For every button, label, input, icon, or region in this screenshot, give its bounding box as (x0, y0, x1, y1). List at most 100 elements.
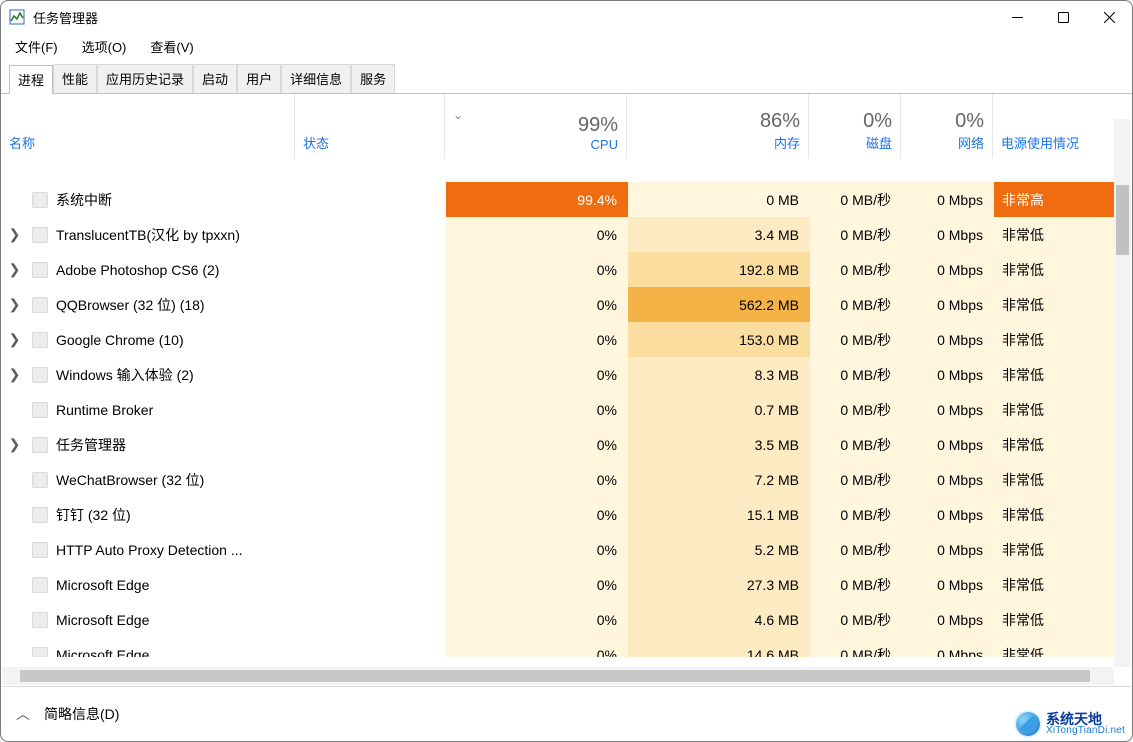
header-power-usage[interactable]: 电源使用情况 (993, 94, 1132, 158)
process-row[interactable]: ❯任务管理器0%3.5 MB0 MB/秒0 Mbps非常低 (2, 427, 1114, 462)
cell-power: 非常低 (994, 497, 1114, 532)
header-disk[interactable]: 0% 磁盘 (809, 94, 901, 158)
maximize-button[interactable] (1040, 1, 1086, 33)
cell-disk: 0 MB/秒 (810, 252, 902, 287)
cell-cpu: 0% (446, 462, 628, 497)
cell-power: 非常低 (994, 567, 1114, 602)
expand-toggle (2, 182, 28, 217)
cell-network: 0 Mbps (902, 637, 994, 657)
process-name: WeChatBrowser (32 位) (52, 462, 446, 497)
process-name: Windows 输入体验 (2) (52, 357, 446, 392)
process-icon (28, 462, 52, 497)
process-name: HTTP Auto Proxy Detection ... (52, 532, 446, 567)
horizontal-scrollbar-thumb[interactable] (20, 670, 1090, 682)
process-icon (28, 602, 52, 637)
expand-toggle (2, 602, 28, 637)
menu-file[interactable]: 文件(F) (13, 35, 60, 58)
expand-toggle[interactable]: ❯ (2, 357, 28, 392)
expand-toggle[interactable]: ❯ (2, 287, 28, 322)
cell-network: 0 Mbps (902, 602, 994, 637)
process-row[interactable]: ❯Windows 输入体验 (2)0%8.3 MB0 MB/秒0 Mbps非常低 (2, 357, 1114, 392)
menu-options[interactable]: 选项(O) (80, 35, 129, 58)
process-row[interactable]: ❯Google Chrome (10)0%153.0 MB0 MB/秒0 Mbp… (2, 322, 1114, 357)
close-button[interactable] (1086, 1, 1132, 33)
cell-power: 非常低 (994, 252, 1114, 287)
cell-network: 0 Mbps (902, 287, 994, 322)
expand-toggle[interactable]: ❯ (2, 252, 28, 287)
vertical-scrollbar[interactable] (1114, 119, 1131, 667)
process-row[interactable]: HTTP Auto Proxy Detection ...0%5.2 MB0 M… (2, 532, 1114, 567)
process-name: Adobe Photoshop CS6 (2) (52, 252, 446, 287)
footer-separator (2, 686, 1131, 687)
titlebar[interactable]: 任务管理器 (1, 1, 1132, 33)
footer: ︿ 简略信息(D) 系统天地 XiTongTianDi.net (2, 688, 1131, 740)
process-icon (28, 252, 52, 287)
process-row[interactable]: Microsoft Edge0%4.6 MB0 MB/秒0 Mbps非常低 (2, 602, 1114, 637)
cell-network: 0 Mbps (902, 427, 994, 462)
process-row[interactable]: Microsoft Edge0%14.6 MB0 MB/秒0 Mbps非常低 (2, 637, 1114, 657)
cell-memory: 562.2 MB (628, 287, 810, 322)
process-row[interactable]: ❯QQBrowser (32 位) (18)0%562.2 MB0 MB/秒0 … (2, 287, 1114, 322)
cell-power: 非常低 (994, 637, 1114, 657)
process-row[interactable]: 钉钉 (32 位)0%15.1 MB0 MB/秒0 Mbps非常低 (2, 497, 1114, 532)
horizontal-scrollbar[interactable] (2, 667, 1114, 685)
tab-0[interactable]: 进程 (9, 65, 53, 94)
cell-cpu: 0% (446, 252, 628, 287)
cell-network: 0 Mbps (902, 567, 994, 602)
menu-view[interactable]: 查看(V) (148, 35, 195, 58)
cell-memory: 3.5 MB (628, 427, 810, 462)
cell-disk: 0 MB/秒 (810, 217, 902, 252)
tab-1[interactable]: 性能 (53, 64, 97, 93)
header-memory[interactable]: 86% 内存 (627, 94, 809, 158)
header-name[interactable]: 名称 (1, 94, 295, 158)
expand-toggle (2, 532, 28, 567)
process-icon (28, 392, 52, 427)
process-icon (28, 532, 52, 567)
process-icon (28, 357, 52, 392)
watermark-logo: 系统天地 XiTongTianDi.net (1016, 712, 1125, 736)
cell-memory: 0 MB (628, 182, 810, 217)
tab-4[interactable]: 用户 (237, 64, 281, 93)
process-icon (28, 637, 52, 657)
process-row[interactable]: 系统中断99.4%0 MB0 MB/秒0 Mbps非常高 (2, 182, 1114, 217)
cell-network: 0 Mbps (902, 322, 994, 357)
cell-memory: 15.1 MB (628, 497, 810, 532)
process-row[interactable]: ❯ Adobe Photoshop CS6 (2)0%192.8 MB0 MB/秒… (2, 252, 1114, 287)
cell-disk: 0 MB/秒 (810, 462, 902, 497)
expand-toggle[interactable]: ❯ (2, 427, 28, 462)
process-row[interactable]: ❯TranslucentTB(汉化 by tpxxn)0%3.4 MB0 MB/… (2, 217, 1114, 252)
header-status[interactable]: 状态 (295, 94, 445, 158)
tab-3[interactable]: 启动 (193, 64, 237, 93)
cell-memory: 7.2 MB (628, 462, 810, 497)
cell-memory: 153.0 MB (628, 322, 810, 357)
cell-memory: 192.8 MB (628, 252, 810, 287)
process-icon (28, 287, 52, 322)
cell-memory: 5.2 MB (628, 532, 810, 567)
cell-network: 0 Mbps (902, 357, 994, 392)
cell-network: 0 Mbps (902, 182, 994, 217)
header-cpu[interactable]: ⌄ 99% CPU (445, 94, 627, 158)
minimize-button[interactable] (994, 1, 1040, 33)
process-name: Microsoft Edge (52, 637, 446, 657)
cell-cpu: 0% (446, 392, 628, 427)
process-row[interactable]: WeChatBrowser (32 位)0%7.2 MB0 MB/秒0 Mbps… (2, 462, 1114, 497)
vertical-scrollbar-thumb[interactable] (1116, 185, 1129, 255)
header-network[interactable]: 0% 网络 (901, 94, 993, 158)
cell-cpu: 0% (446, 217, 628, 252)
cell-network: 0 Mbps (902, 392, 994, 427)
expand-toggle[interactable]: ❯ (2, 217, 28, 252)
fewer-details-button[interactable]: 简略信息(D) (44, 704, 119, 724)
process-row[interactable]: Microsoft Edge0%27.3 MB0 MB/秒0 Mbps非常低 (2, 567, 1114, 602)
cell-network: 0 Mbps (902, 462, 994, 497)
expand-toggle[interactable]: ❯ (2, 322, 28, 357)
chevron-up-icon[interactable]: ︿ (16, 704, 30, 724)
cell-cpu: 0% (446, 532, 628, 567)
tab-5[interactable]: 详细信息 (281, 64, 351, 93)
cell-power: 非常低 (994, 462, 1114, 497)
tab-6[interactable]: 服务 (351, 64, 395, 93)
task-manager-window: 任务管理器 文件(F) 选项(O) 查看(V) 进程性能应用历史记录启动用户详细… (0, 0, 1133, 742)
cell-cpu: 0% (446, 322, 628, 357)
tab-2[interactable]: 应用历史记录 (97, 64, 193, 93)
process-row[interactable]: Runtime Broker0%0.7 MB0 MB/秒0 Mbps非常低 (2, 392, 1114, 427)
cell-cpu: 0% (446, 602, 628, 637)
